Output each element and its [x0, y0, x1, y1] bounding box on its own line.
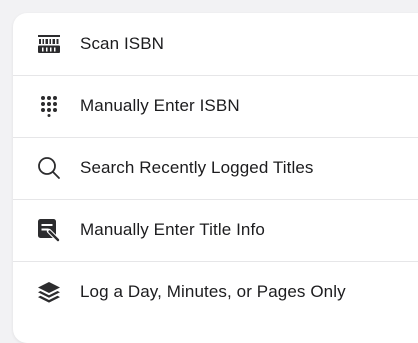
search-icon: [37, 156, 61, 180]
barcode-scan-icon: [37, 32, 61, 56]
menu-item-log-day[interactable]: Log a Day, Minutes, or Pages Only: [13, 261, 418, 323]
edit-document-icon: [37, 218, 61, 242]
menu-item-label: Log a Day, Minutes, or Pages Only: [80, 282, 346, 301]
menu-item-scan-isbn[interactable]: Scan ISBN: [13, 13, 418, 75]
menu-item-manual-isbn[interactable]: Manually Enter ISBN: [13, 75, 418, 137]
menu-item-label: Manually Enter Title Info: [80, 220, 265, 239]
keypad-icon: [37, 94, 61, 118]
menu-item-manual-title[interactable]: Manually Enter Title Info: [13, 199, 418, 261]
menu-item-label: Manually Enter ISBN: [80, 96, 240, 115]
layers-icon: [37, 280, 61, 304]
menu-item-label: Scan ISBN: [80, 34, 165, 53]
menu-item-search-recent[interactable]: Search Recently Logged Titles: [13, 137, 418, 199]
log-options-menu: Scan ISBN Manually Enter ISBN Search Rec…: [13, 13, 418, 343]
menu-item-label: Search Recently Logged Titles: [80, 158, 314, 177]
